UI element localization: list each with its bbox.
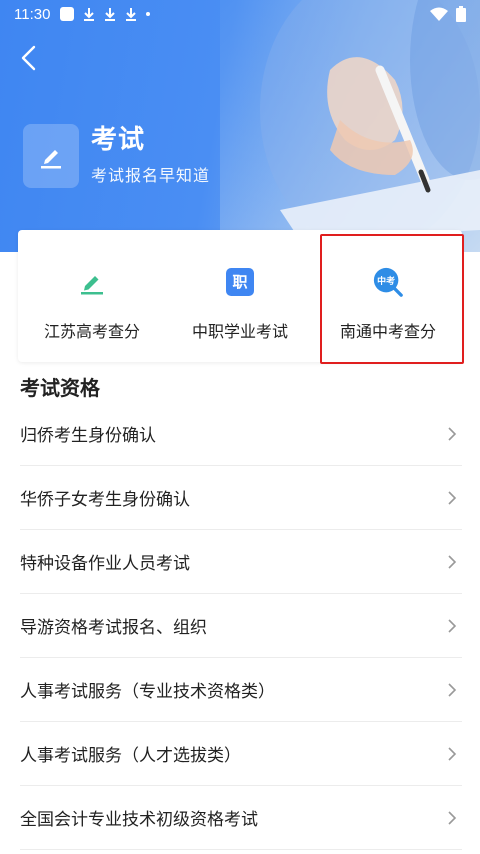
zhi-badge-text: 职 bbox=[232, 273, 247, 291]
list-item-label: 人事考试服务（人才选拔类） bbox=[20, 746, 241, 766]
zhongkao-badge-text: 中考 bbox=[377, 275, 395, 287]
chevron-right-icon bbox=[448, 426, 457, 441]
chevron-right-icon bbox=[448, 746, 457, 761]
quick-entry-vocational-exam[interactable]: 职 中职学业考试 bbox=[166, 230, 314, 362]
list-item-label: 特种设备作业人员考试 bbox=[20, 554, 190, 574]
list-item[interactable]: 特种设备作业人员考试 bbox=[20, 530, 462, 594]
list-item[interactable]: 人事考试服务（人才选拔类） bbox=[20, 722, 462, 786]
wifi-icon bbox=[430, 7, 448, 21]
chevron-right-icon bbox=[448, 554, 457, 569]
page-subtitle: 考试报名早知道 bbox=[91, 166, 211, 185]
chevron-right-icon bbox=[448, 682, 457, 697]
exam-writing-photo bbox=[220, 0, 480, 252]
battery-icon bbox=[456, 6, 466, 22]
download-icon bbox=[105, 8, 116, 21]
app-notification-icon bbox=[60, 7, 75, 21]
download-icon bbox=[126, 8, 137, 21]
chevron-right-icon bbox=[448, 490, 457, 505]
section-title: 考试资格 bbox=[20, 376, 100, 400]
more-notifications-dot-icon bbox=[146, 12, 151, 16]
quick-entry-jiangsu-gaokao[interactable]: 江苏高考查分 bbox=[18, 230, 166, 362]
quick-entry-label: 江苏高考查分 bbox=[43, 322, 140, 341]
quick-entry-label: 中职学业考试 bbox=[191, 322, 288, 341]
quick-entry-label: 南通中考查分 bbox=[339, 322, 436, 341]
edit-pencil-icon bbox=[41, 150, 61, 169]
list-item-label: 全国会计专业技术初级资格考试 bbox=[20, 810, 258, 830]
quick-entries-card: 江苏高考查分 职 中职学业考试 中考 南通中考查分 bbox=[18, 230, 464, 364]
status-indicators bbox=[430, 6, 466, 22]
chevron-right-icon bbox=[448, 810, 457, 825]
list-item-label: 归侨考生身份确认 bbox=[20, 426, 156, 446]
zhi-badge-icon: 职 bbox=[226, 268, 254, 296]
list-item[interactable]: 导游资格考试报名、组织 bbox=[20, 594, 462, 658]
list-item[interactable]: 归侨考生身份确认 bbox=[20, 402, 462, 466]
list-item-label: 华侨子女考生身份确认 bbox=[20, 490, 190, 510]
list-item[interactable]: 华侨子女考生身份确认 bbox=[20, 466, 462, 530]
chevron-right-icon bbox=[448, 618, 457, 633]
zhongkao-search-icon: 中考 bbox=[373, 267, 403, 297]
list-item-label: 导游资格考试报名、组织 bbox=[20, 618, 207, 638]
pencil-icon bbox=[81, 276, 103, 295]
page-title: 考试 bbox=[91, 125, 146, 155]
quick-entry-nantong-zhongkao[interactable]: 中考 南通中考查分 bbox=[314, 230, 464, 364]
list-item[interactable]: 全国会计专业技术初级资格考试 bbox=[20, 786, 462, 850]
status-time: 11:30 bbox=[14, 5, 51, 23]
list-item-label: 人事考试服务（专业技术资格类） bbox=[20, 682, 275, 702]
status-bar: 11:30 bbox=[0, 0, 480, 28]
page-header: 考试 考试报名早知道 bbox=[23, 124, 210, 188]
back-button[interactable] bbox=[16, 42, 44, 74]
exam-icon-box bbox=[23, 124, 79, 188]
download-icon bbox=[84, 8, 95, 21]
list-item[interactable]: 人事考试服务（专业技术资格类） bbox=[20, 658, 462, 722]
exam-qualification-list: 归侨考生身份确认 华侨子女考生身份确认 特种设备作业人员考试 导游资格考试报名、… bbox=[0, 402, 480, 850]
